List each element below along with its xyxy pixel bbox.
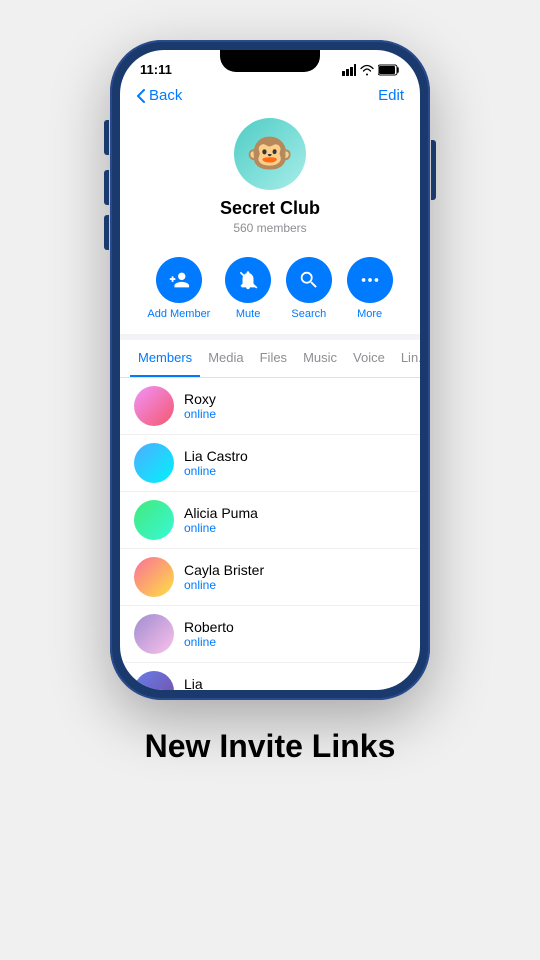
member-avatar <box>134 443 174 483</box>
member-name: Roberto <box>184 619 234 635</box>
group-header: 🐵 Secret Club 560 members <box>120 112 420 249</box>
more-icon <box>347 257 393 303</box>
member-name: Cayla Brister <box>184 562 264 578</box>
tab-links[interactable]: Lin... <box>393 340 420 377</box>
member-item[interactable]: Cayla Brister online <box>120 549 420 606</box>
back-label: Back <box>149 87 182 104</box>
status-icons <box>342 64 400 76</box>
search-icon <box>286 257 332 303</box>
status-time: 11:11 <box>140 62 172 77</box>
member-name: Lia <box>184 676 216 690</box>
member-info: Cayla Brister online <box>184 562 264 592</box>
tab-members[interactable]: Members <box>130 340 200 377</box>
bell-slash-svg <box>237 269 259 291</box>
member-info: Lia online <box>184 676 216 690</box>
phone-frame: 11:11 <box>110 40 430 700</box>
back-button[interactable]: Back <box>136 87 182 104</box>
group-avatar: 🐵 <box>234 118 306 190</box>
member-name: Roxy <box>184 391 216 407</box>
mute-button[interactable]: Mute <box>225 257 271 320</box>
status-bar: 11:11 <box>120 50 420 83</box>
page-wrapper: 11:11 <box>0 0 540 960</box>
member-name: Alicia Puma <box>184 505 258 521</box>
tab-files[interactable]: Files <box>252 340 295 377</box>
member-status: online <box>184 578 264 592</box>
tabs-bar: Members Media Files Music Voice Lin... <box>120 340 420 378</box>
chevron-left-icon <box>136 89 145 103</box>
phone-screen: 11:11 <box>120 50 420 690</box>
member-item[interactable]: Roberto online <box>120 606 420 663</box>
person-add-svg <box>168 269 190 291</box>
search-label: Search <box>291 308 326 320</box>
tab-voice[interactable]: Voice <box>345 340 393 377</box>
member-status: online <box>184 407 216 421</box>
page-title: New Invite Links <box>145 728 396 765</box>
add-member-label: Add Member <box>147 308 210 320</box>
search-button[interactable]: Search <box>286 257 332 320</box>
more-label: More <box>357 308 382 320</box>
member-info: Alicia Puma online <box>184 505 258 535</box>
member-avatar <box>134 671 174 690</box>
group-emoji: 🐵 <box>246 132 293 176</box>
tab-music[interactable]: Music <box>295 340 345 377</box>
member-item[interactable]: Lia Castro online <box>120 435 420 492</box>
mute-icon <box>225 257 271 303</box>
member-avatar <box>134 557 174 597</box>
member-info: Roberto online <box>184 619 234 649</box>
wifi-icon <box>360 64 374 76</box>
battery-icon <box>378 64 400 76</box>
member-info: Lia Castro online <box>184 448 248 478</box>
signal-icon <box>342 64 356 76</box>
member-status: online <box>184 635 234 649</box>
members-list: Roxy online Lia Castro online Alicia Pum… <box>120 378 420 690</box>
nav-bar: Back Edit <box>120 83 420 112</box>
member-avatar <box>134 500 174 540</box>
member-avatar <box>134 614 174 654</box>
group-name: Secret Club <box>220 198 320 219</box>
edit-button[interactable]: Edit <box>378 87 404 104</box>
member-item[interactable]: Alicia Puma online <box>120 492 420 549</box>
mute-label: Mute <box>236 308 260 320</box>
action-buttons: Add Member Mute <box>120 249 420 340</box>
member-name: Lia Castro <box>184 448 248 464</box>
tab-media[interactable]: Media <box>200 340 251 377</box>
add-member-icon <box>156 257 202 303</box>
group-members-count: 560 members <box>233 221 306 235</box>
member-item[interactable]: Lia online <box>120 663 420 690</box>
member-status: online <box>184 464 248 478</box>
member-item[interactable]: Roxy online <box>120 378 420 435</box>
add-member-button[interactable]: Add Member <box>147 257 210 320</box>
member-avatar <box>134 386 174 426</box>
member-info: Roxy online <box>184 391 216 421</box>
magnifier-svg <box>298 269 320 291</box>
ellipsis-svg <box>359 269 381 291</box>
more-button[interactable]: More <box>347 257 393 320</box>
member-status: online <box>184 521 258 535</box>
